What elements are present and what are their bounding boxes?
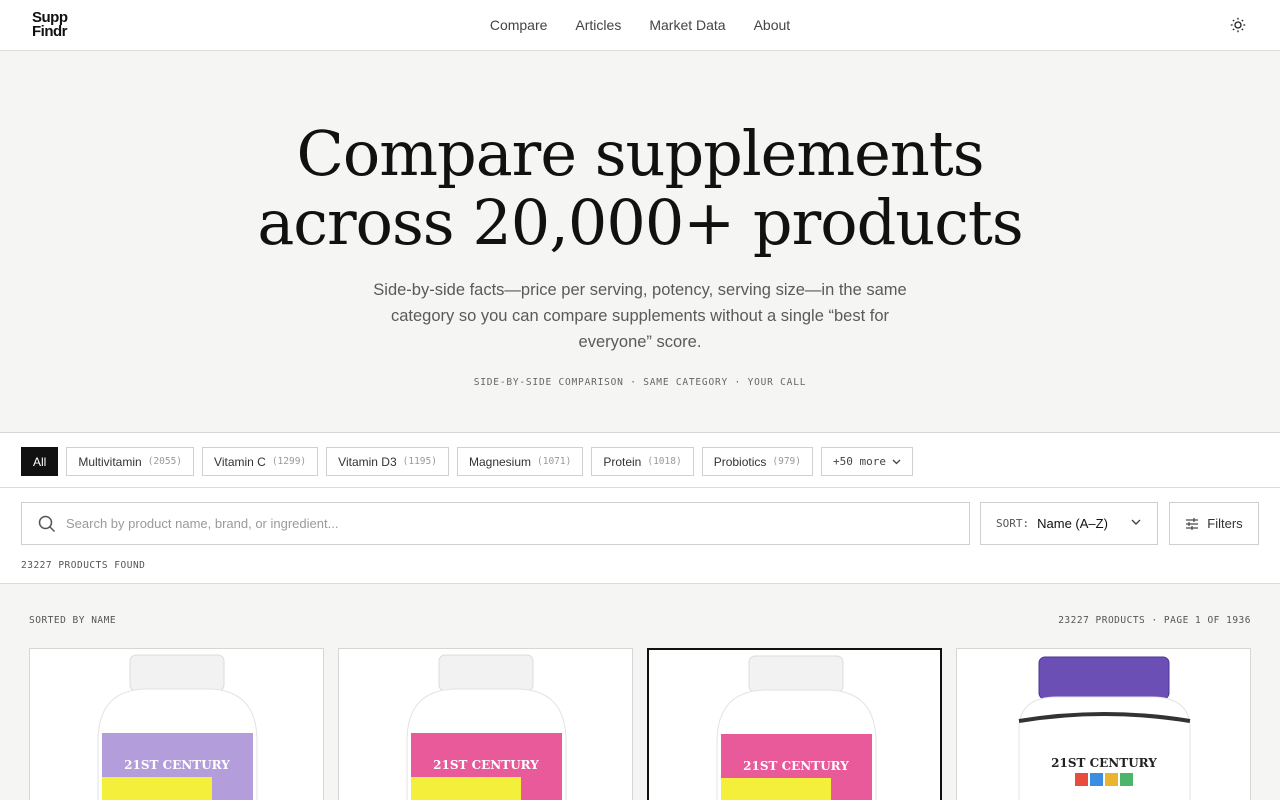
category-chip-all[interactable]: All [21,447,59,476]
chip-count: (1071) [537,456,572,467]
category-chip-probiotics[interactable]: Probiotics (979) [701,447,813,476]
chip-label: Vitamin C [214,454,266,469]
category-chip-magnesium[interactable]: Magnesium (1071) [456,447,584,476]
bottle-brand-text: 21ST CENTURY [124,758,230,772]
hero-title-line-2: across 20,000+ products [257,186,1023,259]
logo-mark [1090,773,1103,786]
filters-button[interactable]: Filters [1169,502,1259,545]
sun-icon[interactable] [1230,17,1246,33]
chevron-down-icon [1131,519,1141,525]
chip-count: (979) [772,456,801,467]
hero-title-line-1: Compare supplements [296,117,984,190]
bottle-brand-text: 21ST CENTURY [743,759,849,773]
site-header: Supp Findr Compare Articles Market Data … [0,0,1280,51]
product-card[interactable]: 21ST CENTURY [29,648,324,800]
hero-title: Compare supplements across 20,000+ produ… [0,119,1280,257]
nav-articles[interactable]: Articles [561,17,635,33]
category-filter-bar: All Multivitamin (2055) Vitamin C (1299)… [21,447,913,476]
product-image: 21ST CENTURY [716,655,877,800]
chip-count: (1195) [402,456,437,467]
bottle-label-band [102,777,212,800]
product-image: 21ST CENTURY [97,654,258,800]
bottle-cap [438,654,534,692]
category-chip-multivitamin[interactable]: Multivitamin (2055) [66,447,195,476]
sort-dropdown[interactable]: SORT: Name (A–Z) [980,502,1158,545]
chip-label: Vitamin D3 [338,454,397,469]
filters-label: Filters [1207,516,1243,531]
logo-mark [1105,773,1118,786]
more-categories-label: +50 more [832,455,886,468]
more-categories-button[interactable]: +50 more [820,447,913,476]
product-card[interactable]: 21ST CENTURY [647,648,942,800]
logo-line-2: Findr [32,23,67,40]
category-chip-vitamin-d3[interactable]: Vitamin D3 (1195) [326,447,449,476]
bottle-cap [1038,656,1170,700]
chip-label: Magnesium [468,454,531,469]
chip-count: (2055) [147,456,183,467]
bottle-label-band [411,777,521,800]
bottle-cap [129,654,225,692]
search-input[interactable] [66,503,956,544]
chip-label: Multivitamin [78,454,142,469]
hero-section: Compare supplements across 20,000+ produ… [0,51,1280,433]
chevron-down-icon [892,459,901,464]
logo-mark [1075,773,1088,786]
nav-about[interactable]: About [740,17,805,33]
search-icon [38,515,56,533]
chip-label: All [33,454,47,469]
divider [0,487,1280,488]
main-nav: Compare Articles Market Data About [0,0,1280,50]
sorted-by-label: SORTED BY NAME [29,615,117,626]
chip-label: Probiotics [713,454,767,469]
search-box [21,502,970,545]
sort-label: SORT: [996,517,1030,530]
sliders-icon [1186,517,1199,530]
hero-tagline: SIDE-BY-SIDE COMPARISON · SAME CATEGORY … [473,377,807,388]
category-chip-protein[interactable]: Protein (1018) [591,447,694,476]
logo-mark [1120,773,1133,786]
nav-compare[interactable]: Compare [476,17,562,33]
nav-market-data[interactable]: Market Data [635,17,739,33]
product-card[interactable]: 21ST CENTURY [338,648,633,800]
bottle-label-band [721,778,831,800]
bottle-cap [748,655,844,693]
chip-label: Protein [603,454,642,469]
logo[interactable]: Supp Findr [32,10,68,40]
chip-count: (1299) [271,456,307,467]
results-section: SORTED BY NAME 23227 PRODUCTS · PAGE 1 O… [0,584,1280,800]
chip-count: (1018) [647,456,682,467]
category-chip-vitamin-c[interactable]: Vitamin C (1299) [202,447,319,476]
hero-subtitle: Side-by-side facts—price per serving, po… [373,281,907,351]
sort-value: Name (A–Z) [1037,516,1108,531]
pagination-info: 23227 PRODUCTS · PAGE 1 OF 1936 [1058,615,1251,626]
product-image: 21ST CENTURY [1018,656,1191,800]
bottle-brand-text: 21ST CENTURY [1051,756,1157,770]
product-card[interactable]: 21ST CENTURY [956,648,1251,800]
products-found-count: 23227 PRODUCTS FOUND [21,560,146,571]
product-image: 21ST CENTURY [406,654,567,800]
bottle-brand-text: 21ST CENTURY [433,758,539,772]
